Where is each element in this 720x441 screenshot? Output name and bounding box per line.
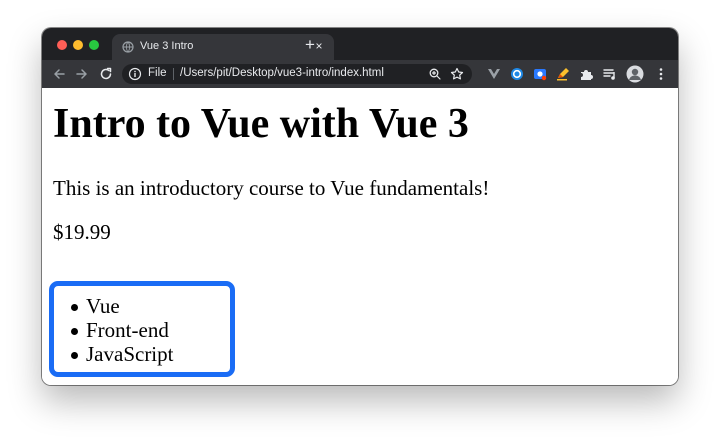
minimize-window-button[interactable] [73,40,83,50]
list-item: Front-end [70,318,173,342]
browser-tab[interactable]: Vue 3 Intro × [112,34,334,60]
info-icon[interactable] [128,67,142,81]
circle-extension-icon[interactable] [510,67,524,81]
tab-title: Vue 3 Intro [140,40,194,52]
more-menu-icon[interactable] [654,67,668,81]
url-divider [173,68,174,80]
extensions-puzzle-icon[interactable] [579,67,593,81]
new-tab-button[interactable]: + [302,36,318,53]
maximize-window-button[interactable] [89,40,99,50]
profile-avatar[interactable] [626,65,644,83]
title-bar: Vue 3 Intro × + [42,28,678,60]
zoom-icon[interactable] [428,67,442,81]
list-item: Vue [70,294,173,318]
media-queue-icon[interactable] [603,67,617,81]
highlighter-icon[interactable] [556,67,570,81]
browser-toolbar: File /Users/pit/Desktop/vue3-intro/index… [42,60,678,88]
list-item: JavaScript [70,342,174,366]
forward-arrow-icon[interactable] [75,67,89,81]
page-title: Intro to Vue with Vue 3 [53,101,469,147]
vue-devtools-icon[interactable] [487,67,501,81]
globe-icon [122,41,134,53]
page-content: Intro to Vue with Vue 3 This is an intro… [42,88,678,385]
url-scheme-label: File [148,67,167,79]
product-price: $19.99 [53,220,111,244]
url-text[interactable]: /Users/pit/Desktop/vue3-intro/index.html [180,67,384,79]
screenshot-extension-icon[interactable] [533,67,547,81]
address-bar[interactable]: File /Users/pit/Desktop/vue3-intro/index… [122,64,472,84]
product-description: This is an introductory course to Vue fu… [53,176,490,200]
details-list: Vue Front-end JavaScript [70,294,174,366]
bookmark-star-icon[interactable] [450,67,464,81]
back-arrow-icon[interactable] [52,67,66,81]
browser-window: Vue 3 Intro × + File /Users/pit/Desktop/… [42,28,678,385]
close-window-button[interactable] [57,40,67,50]
reload-icon[interactable] [99,67,113,81]
